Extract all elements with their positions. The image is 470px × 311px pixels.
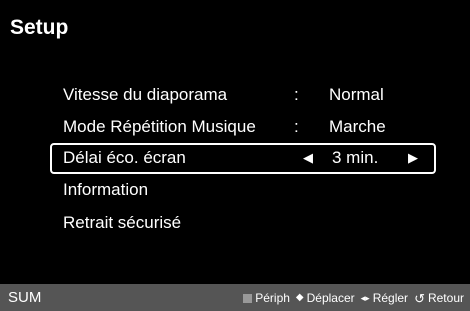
menu-item-value: Marche <box>329 117 386 136</box>
tv-setup-screen: Setup Vitesse du diaporama : Normal Mode… <box>0 0 470 311</box>
setup-menu: Vitesse du diaporama : Normal Mode Répét… <box>0 0 470 311</box>
hint-periph: Périph <box>243 291 290 305</box>
hint-return-label: Retour <box>427 291 464 305</box>
menu-item-label: Mode Répétition Musique <box>63 117 256 136</box>
hint-adjust: ◂▸ Régler <box>361 291 408 305</box>
gray-square-icon <box>243 293 253 303</box>
menu-item-value: Normal <box>329 85 384 104</box>
menu-item-safe-remove[interactable]: Retrait sécurisé <box>50 208 436 239</box>
hint-adjust-label: Régler <box>372 291 409 305</box>
left-arrow-icon[interactable]: ◀ <box>303 150 313 166</box>
menu-item-slideshow-speed[interactable]: Vitesse du diaporama : Normal <box>50 80 436 111</box>
left-right-arrow-icon: ◂▸ <box>360 292 370 303</box>
hint-return: ↺ Retour <box>414 291 464 305</box>
menu-item-screen-saver-delay[interactable]: Délai éco. écran ◀ 3 min. ▶ <box>50 143 436 174</box>
menu-item-value: 3 min. <box>332 148 379 167</box>
menu-item-separator: : <box>294 85 299 104</box>
menu-item-label: Délai éco. écran <box>63 148 186 167</box>
return-icon: ↺ <box>414 290 425 306</box>
footer-hints: Périph ◆ Déplacer ◂▸ Régler ↺ Retour <box>243 291 464 305</box>
source-label: SUM <box>8 289 42 306</box>
menu-item-label: Retrait sécurisé <box>63 213 182 232</box>
menu-item-music-repeat-mode[interactable]: Mode Répétition Musique : Marche <box>50 112 436 143</box>
menu-item-label: Information <box>63 180 149 199</box>
menu-item-information[interactable]: Information <box>50 175 436 206</box>
up-down-arrow-icon: ◆ <box>295 292 304 303</box>
menu-item-separator: : <box>294 117 299 136</box>
right-arrow-icon[interactable]: ▶ <box>408 150 418 166</box>
menu-item-label: Vitesse du diaporama <box>63 85 228 104</box>
hint-periph-label: Périph <box>255 291 290 305</box>
hint-move-label: Déplacer <box>306 291 355 305</box>
hint-move: ◆ Déplacer <box>296 291 355 305</box>
footer-bar: SUM Périph ◆ Déplacer ◂▸ Régler ↺ Retour <box>0 284 470 311</box>
